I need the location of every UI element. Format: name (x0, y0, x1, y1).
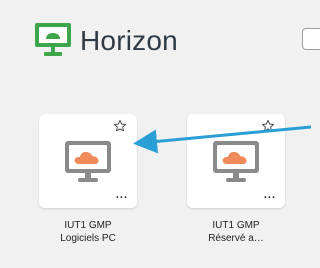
monitor-cloud-icon (65, 141, 111, 182)
more-options-button[interactable]: ... (116, 190, 128, 201)
tile-label-line2: Réservé a… (208, 233, 264, 244)
star-outline-icon[interactable] (261, 119, 275, 133)
tile-label-line1: IUT1 GMP (64, 220, 112, 231)
search-input[interactable] (302, 28, 320, 50)
more-options-button[interactable]: ... (264, 190, 276, 201)
desktop-tile-reserve[interactable]: ... (187, 114, 285, 208)
horizon-logo-icon (35, 23, 71, 56)
desktop-tile-label: IUT1 GMP Logiciels PC (28, 219, 148, 245)
tile-label-line2: Logiciels PC (60, 233, 116, 244)
tile-label-line1: IUT1 GMP (212, 220, 260, 231)
desktop-tile-label: IUT1 GMP Réservé a… (176, 219, 296, 245)
desktop-tile-logiciels-pc[interactable]: ... (39, 114, 137, 208)
monitor-cloud-icon (213, 141, 259, 182)
app-title: Horizon (80, 24, 178, 56)
star-outline-icon[interactable] (113, 119, 127, 133)
app-brand: Horizon (34, 22, 178, 58)
